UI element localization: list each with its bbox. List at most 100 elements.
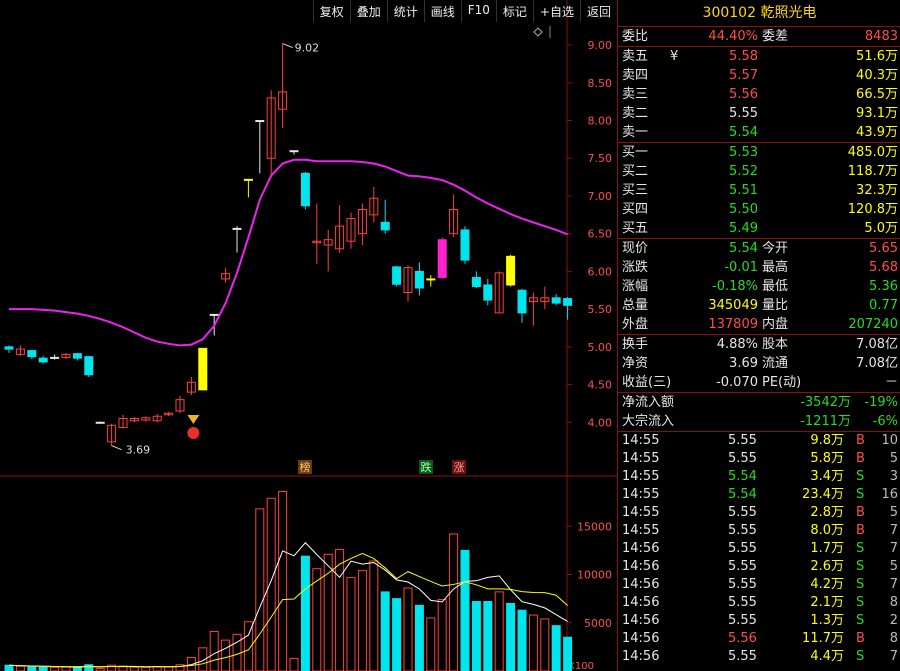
fundamental-row: 净资 3.69 流通 7.08亿 xyxy=(618,354,900,373)
low-label: 3.69 xyxy=(126,444,151,457)
bid-row: 买二 5.52 118.7万 xyxy=(618,162,900,181)
volume-bar xyxy=(563,636,573,671)
tick-time: 14:56 xyxy=(622,595,660,610)
volume-bar xyxy=(471,601,481,671)
quote-label-2: 今开 xyxy=(762,241,789,256)
weibi-row: 委比 44.40% 委差 8483 xyxy=(618,27,900,47)
ask-price: 5.55 xyxy=(729,106,758,121)
quote-row: 涨幅 -0.18% 最低 5.36 xyxy=(618,277,900,296)
quote-row: 涨跌 -0.01 最高 5.68 xyxy=(618,258,900,277)
bid-label: 买四 xyxy=(622,202,649,217)
volume-bar xyxy=(506,602,516,671)
bid-row: 买一 5.53 485.0万 xyxy=(618,143,900,162)
tick-volume: 23.4万 xyxy=(802,487,844,502)
quote-label: 涨幅 xyxy=(622,279,649,294)
ask-row: 卖三 5.56 66.5万 xyxy=(618,85,900,104)
toolbar-button-1[interactable]: 叠加 xyxy=(349,0,387,22)
quote-value: -0.18% xyxy=(712,279,758,294)
volume-bar xyxy=(72,666,82,671)
ask-label: 卖四 xyxy=(622,68,649,83)
volume-bar xyxy=(312,568,322,671)
flow-label: 大宗流入 xyxy=(622,414,675,429)
price-tick-label: 6.50 xyxy=(588,228,613,241)
tick-volume: 8.0万 xyxy=(810,523,844,538)
tick-time: 14:55 xyxy=(622,523,660,538)
tick-count: 2 xyxy=(889,613,898,628)
bid-volume: 118.7万 xyxy=(847,164,898,179)
tick-time: 14:56 xyxy=(622,631,660,646)
tick-time: 14:56 xyxy=(622,559,660,574)
tick-row: 14:55 5.55 8.0万 B 7 xyxy=(618,522,900,540)
money-flow: 净流入额 -3542万 -19% 大宗流入 -1211万 -6% xyxy=(618,393,900,432)
weicha-label: 委差 xyxy=(762,29,789,44)
candle-body xyxy=(426,278,436,281)
toolbar-button-4[interactable]: F10 xyxy=(460,0,496,22)
quote-label: 外盘 xyxy=(622,317,649,332)
quote-row: 现价 5.54 今开 5.65 xyxy=(618,239,900,258)
ask-book: 卖五 ¥5.58 51.6万 卖四 5.57 40.3万 卖三 5.56 66.5万 卖二 5.55… xyxy=(618,47,900,143)
toolbar-button-3[interactable]: 画线 xyxy=(423,0,461,22)
quote-summary: 现价 5.54 今开 5.65 涨跌 -0.01 最高 5.68 涨幅 -0.18% 最低 5.36 总… xyxy=(618,239,900,335)
toolbar-button-0[interactable]: 复权 xyxy=(312,0,350,22)
kline-svg[interactable]: 9.00 8.50 8.00 7.50 7.00 6.50 6.00 5.50 5.00 4.50… xyxy=(0,0,617,671)
tick-row: 14:56 5.55 4.2万 S 7 xyxy=(618,576,900,594)
flow-pct: -6% xyxy=(872,414,898,429)
price-tick-label: 7.00 xyxy=(588,190,613,203)
tick-side: B xyxy=(856,433,865,448)
toolbar-button-7[interactable]: 返回 xyxy=(579,0,617,22)
volume-bar xyxy=(460,549,470,671)
volume-bar xyxy=(209,630,219,671)
tick-list[interactable]: 14:55 5.55 9.8万 B 10 14:55 5.55 5.8万 B 5 14:55 5.54… xyxy=(618,432,900,666)
quote-row: 外盘 137809 内盘 207240 xyxy=(618,315,900,334)
flow-pct: -19% xyxy=(864,395,898,410)
tick-side: B xyxy=(856,505,865,520)
quote-label-2: 内盘 xyxy=(762,317,789,332)
candle-body xyxy=(27,350,37,358)
badge-label: 涨 xyxy=(454,461,465,474)
ask-volume: 43.9万 xyxy=(856,125,898,140)
candle-body xyxy=(506,255,516,286)
tick-row: 14:55 5.54 3.4万 S 3 xyxy=(618,468,900,486)
quote-row: 总量 345049 量比 0.77 xyxy=(618,296,900,315)
tick-price: 5.54 xyxy=(728,487,757,502)
toolbar: 复权 叠加 统计 画线 F10 标记 +自选 返回 xyxy=(312,0,617,22)
kline-chart[interactable]: 9.00 8.50 8.00 7.50 7.00 6.50 6.00 5.50 5.00 4.50… xyxy=(0,0,617,671)
tick-row: 14:55 5.55 5.8万 B 5 xyxy=(618,450,900,468)
volume-bar xyxy=(517,609,527,671)
candle-body xyxy=(95,421,105,424)
quote-label: 涨跌 xyxy=(622,260,649,275)
toolbar-button-5[interactable]: 标记 xyxy=(495,0,533,22)
candle-body xyxy=(483,284,493,301)
tick-row: 14:56 5.55 2.6万 S 5 xyxy=(618,558,900,576)
volume-tick-label: 15000 xyxy=(577,520,612,533)
stock-name: 乾照光电 xyxy=(760,5,817,21)
ask-price: 5.57 xyxy=(729,68,758,83)
quote-value: 5.54 xyxy=(729,241,758,256)
bid-price: 5.50 xyxy=(729,202,758,217)
volume-bar xyxy=(84,664,94,671)
volume-tick-label: 5000 xyxy=(584,617,612,630)
candle-body xyxy=(209,313,219,316)
candle-body xyxy=(414,270,424,289)
volume-bar xyxy=(255,508,265,671)
bid-label: 买五 xyxy=(622,221,649,236)
tick-price: 5.56 xyxy=(728,631,757,646)
volume-bar xyxy=(141,666,151,671)
quote-value-2: 5.36 xyxy=(869,279,898,294)
quote-label: 现价 xyxy=(622,241,649,256)
low-pointer xyxy=(111,445,122,451)
volume-bar xyxy=(449,533,459,671)
bid-volume: 5.0万 xyxy=(864,221,898,236)
toolbar-button-6[interactable]: +自选 xyxy=(532,0,580,22)
bid-price: 5.52 xyxy=(729,164,758,179)
candle-body xyxy=(255,120,265,123)
fundamental-label: 换手 xyxy=(622,337,649,352)
toolbar-button-2[interactable]: 统计 xyxy=(386,0,424,22)
fundamental-value: 4.88% xyxy=(716,337,758,352)
tick-count: 3 xyxy=(889,469,898,484)
candle-body xyxy=(517,289,527,314)
volume-bar xyxy=(221,639,231,671)
volume-bar xyxy=(403,587,413,671)
bid-price: 5.51 xyxy=(729,183,758,198)
volume-bar xyxy=(414,604,424,671)
